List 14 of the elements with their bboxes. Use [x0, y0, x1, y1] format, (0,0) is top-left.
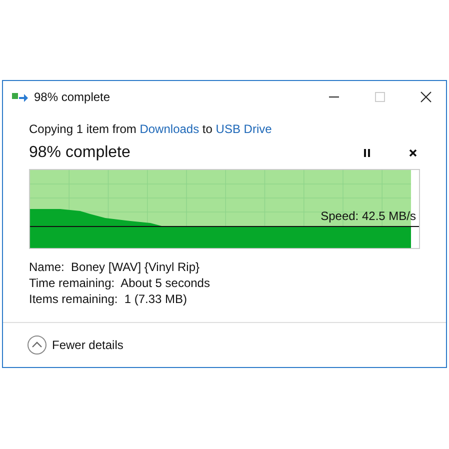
- window-title: 98% complete: [34, 90, 110, 104]
- close-icon[interactable]: [420, 91, 432, 103]
- pause-icon[interactable]: [362, 148, 372, 158]
- fewer-details-button[interactable]: Fewer details: [27, 335, 124, 355]
- copy-arrow-icon: [12, 91, 28, 103]
- speed-label: Speed: 42.5 MB/s: [320, 209, 416, 223]
- copy-description: Copying 1 item from Downloads to USB Drive: [29, 122, 272, 136]
- destination-link[interactable]: USB Drive: [216, 122, 272, 136]
- source-link[interactable]: Downloads: [140, 122, 200, 136]
- detail-text: Time remaining: About 5 seconds: [29, 275, 211, 291]
- progress-title: 98% complete: [29, 144, 130, 162]
- detail-text: Name: Boney [WAV] {Vinyl Rip}: [29, 259, 201, 275]
- detail-text: Items remaining: 1 (7.33 MB): [29, 291, 188, 307]
- cancel-icon[interactable]: [408, 148, 418, 158]
